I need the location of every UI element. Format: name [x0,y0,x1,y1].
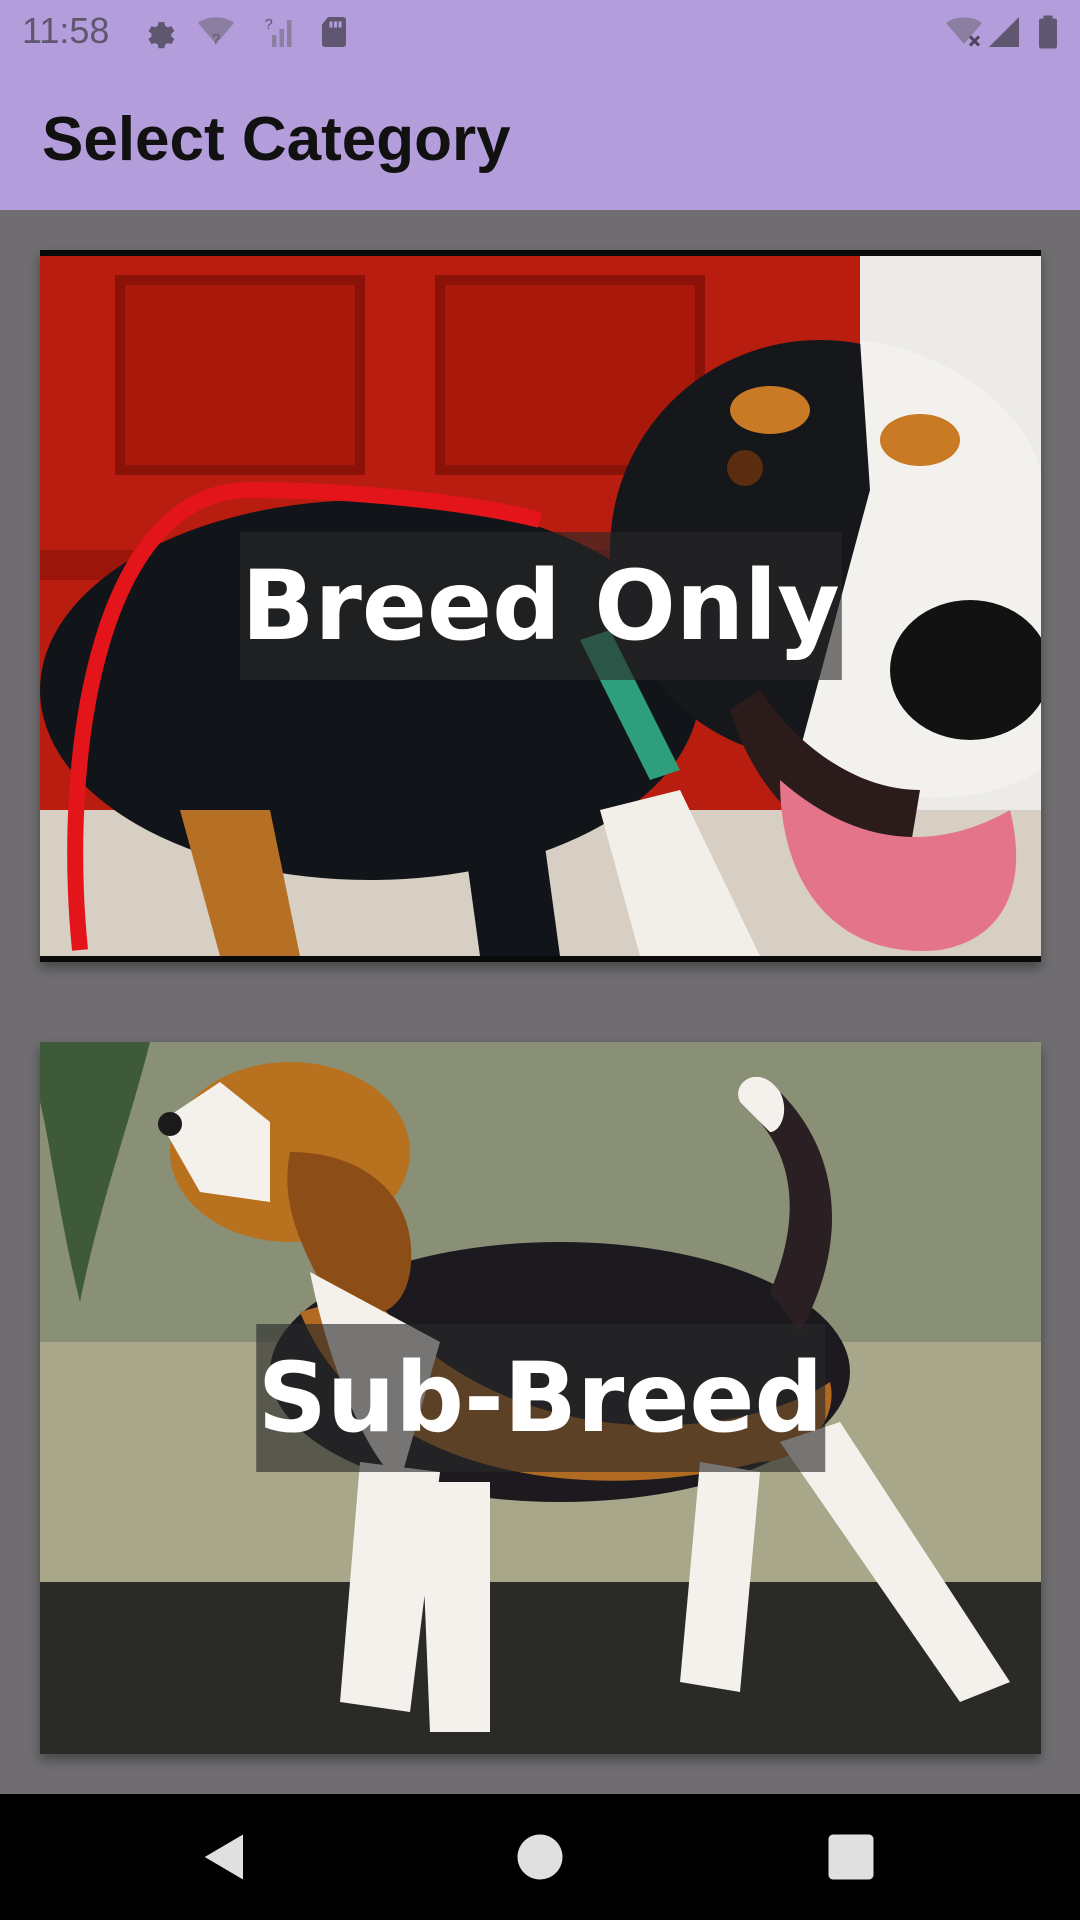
status-bar: 11:58 ? ? [0,0,1080,64]
home-icon[interactable] [513,1830,567,1884]
category-card-sub-breed[interactable]: Sub-Breed [40,1042,1041,1754]
battery-icon [1039,15,1057,49]
svg-text:?: ? [212,31,220,48]
cell-signal-icon [989,17,1019,47]
back-icon[interactable] [198,1830,252,1884]
signal-unknown-icon: ? [265,16,292,47]
recents-icon[interactable] [824,1830,878,1884]
app-bar: Select Category [0,64,1080,210]
navigation-bar [0,1794,1080,1920]
category-label: Breed Only [239,532,842,680]
wifi-off-icon [946,17,982,47]
sd-card-icon [322,17,346,47]
page-title: Select Category [42,105,511,174]
status-time: 11:58 [22,10,110,51]
category-card-breed-only[interactable]: Breed Only [40,250,1041,962]
settings-icon [148,22,175,49]
wifi-unknown-icon: ? [198,17,234,48]
svg-text:?: ? [265,16,273,33]
category-label: Sub-Breed [255,1324,826,1472]
